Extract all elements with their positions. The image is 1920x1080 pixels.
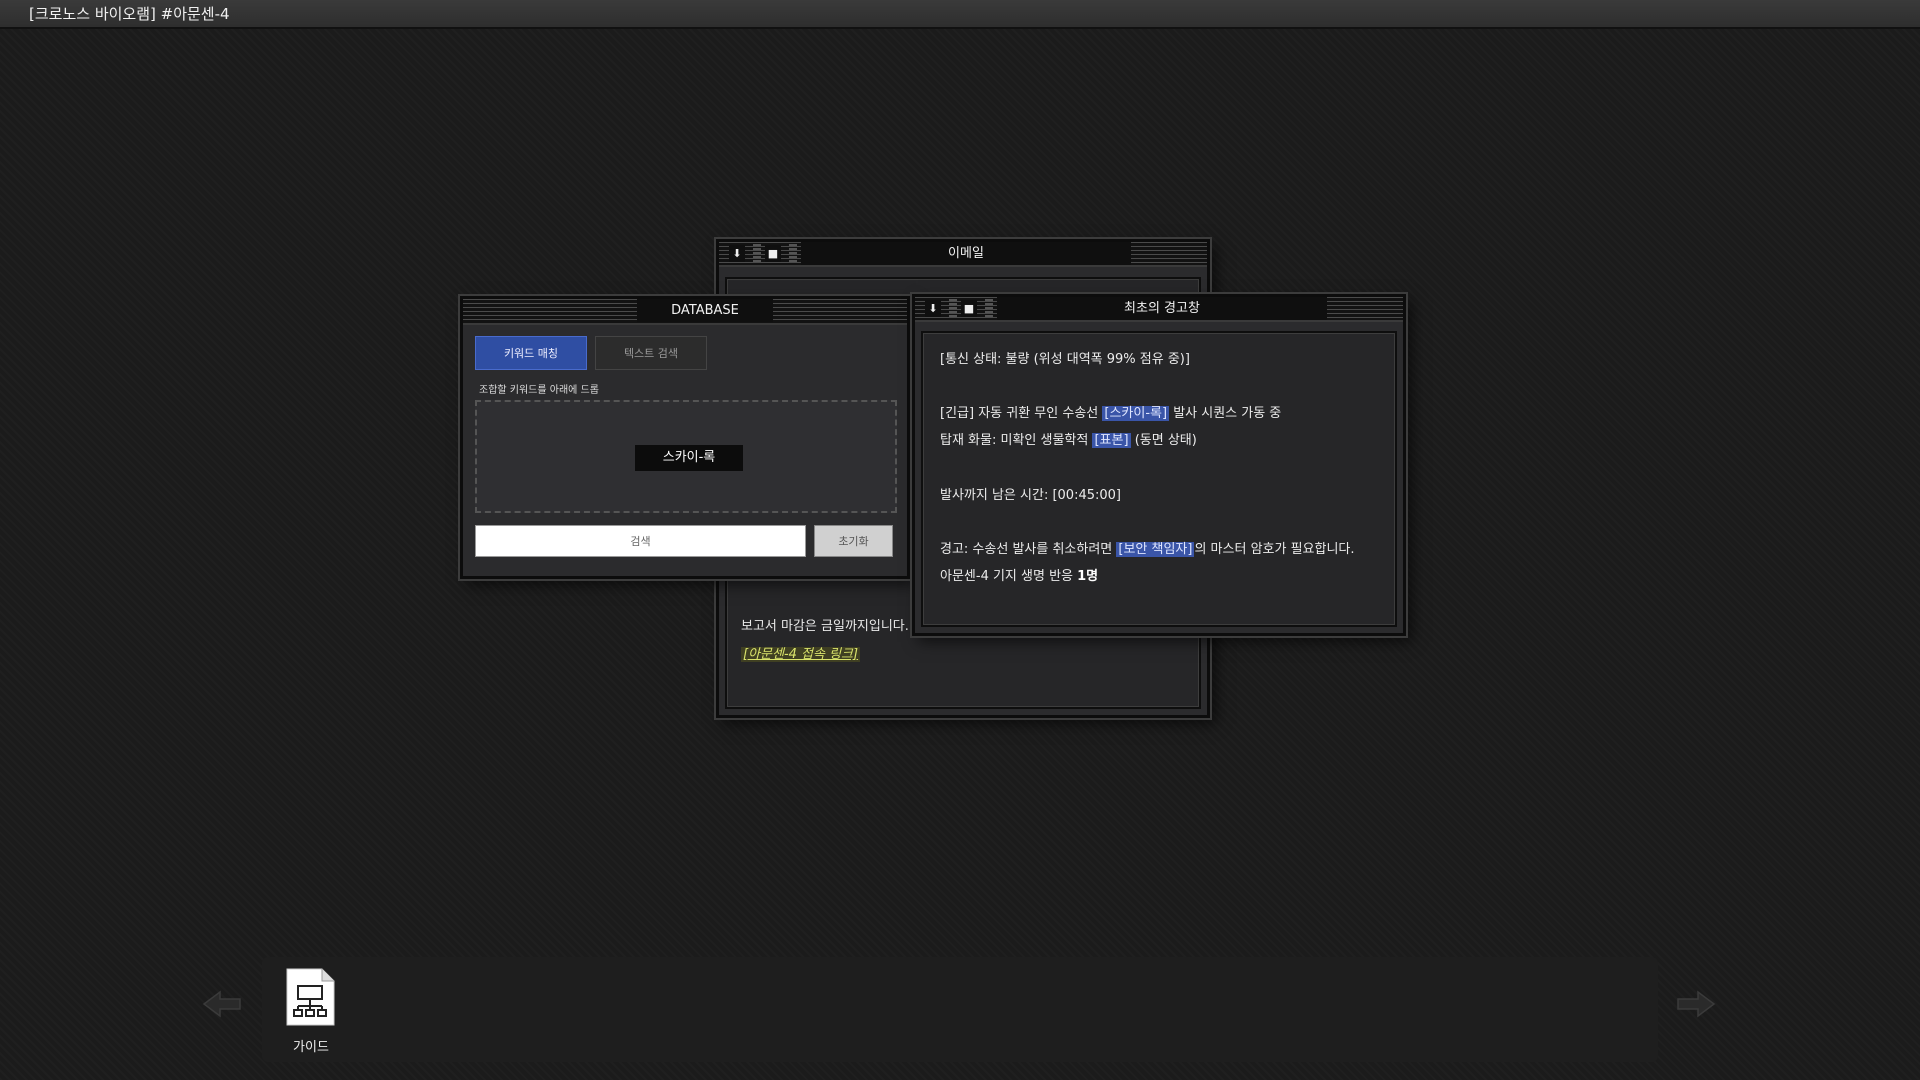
text-segment: 탑재 화물: 미확인 생물학적 — [940, 433, 1093, 448]
email-window-title: 이메일 — [801, 242, 1131, 265]
keyword-chip[interactable]: 스카이-록 — [635, 445, 743, 471]
life-count: 1명 — [1077, 569, 1099, 584]
titlebar-grip — [789, 244, 797, 264]
titlebar-grip — [949, 299, 957, 319]
life-signs-text: 아문센-4 기지 생명 반응 1명 — [940, 565, 1098, 584]
email-titlebar[interactable]: ⬇ ■ 이메일 — [719, 242, 1207, 267]
reset-button[interactable]: 초기화 — [814, 525, 893, 557]
text-segment: 의 마스터 암호가 필요합니다. — [1194, 542, 1355, 557]
warning-titlebar[interactable]: ⬇ ■ 최초의 경고창 — [915, 297, 1403, 322]
text-segment: [긴급] 자동 귀환 무인 수송선 — [940, 406, 1103, 421]
database-window[interactable]: DATABASE 키워드 매칭 텍스트 검색 조합할 키워드를 아래에 드롭 스… — [460, 296, 910, 579]
launch-sequence-text: [긴급] 자동 귀환 무인 수송선 [스카이-록] 발사 시퀀스 가동 중 — [940, 402, 1281, 421]
text-segment: 발사 시퀀스 가동 중 — [1169, 406, 1282, 421]
titlebar-grip — [753, 244, 761, 264]
minimize-icon[interactable]: ⬇ — [925, 300, 941, 317]
search-button[interactable]: 검색 — [475, 525, 806, 557]
text-segment: (동면 상태) — [1130, 433, 1197, 448]
countdown-text: 발사까지 남은 시간: [00:45:00] — [940, 488, 1121, 503]
titlebar-grip — [985, 299, 993, 319]
warning-window[interactable]: ⬇ ■ 최초의 경고창 [통신 상태: 불량 (위성 대역폭 99% 점유 중)… — [912, 294, 1406, 636]
text-segment: 경고: 수송선 발사를 취소하려면 — [940, 542, 1117, 557]
cargo-text: 탑재 화물: 미확인 생물학적 [표본] (동면 상태) — [940, 429, 1197, 448]
warning-body: [통신 상태: 불량 (위성 대역폭 99% 점유 중)] [긴급] 자동 귀환… — [921, 331, 1397, 627]
maximize-icon[interactable]: ■ — [765, 245, 781, 262]
text-segment: 아문센-4 기지 생명 반응 — [940, 569, 1078, 584]
comm-status-text: [통신 상태: 불량 (위성 대역폭 99% 점유 중)] — [940, 352, 1190, 367]
dropzone-hint: 조합할 키워드를 아래에 드롭 — [479, 385, 599, 396]
database-titlebar[interactable]: DATABASE — [463, 299, 907, 325]
keyword-dropzone[interactable]: 스카이-록 — [475, 400, 897, 513]
email-deadline-text: 보고서 마감은 금일까지입니다. 2 — [741, 619, 922, 634]
email-access-link[interactable]: [아문센-4 접속 링크] — [741, 647, 861, 662]
warning-window-title: 최초의 경고창 — [997, 297, 1327, 320]
arrow-left-icon[interactable] — [202, 989, 242, 1019]
minimize-icon[interactable]: ⬇ — [729, 245, 745, 262]
tab-keyword-matching[interactable]: 키워드 매칭 — [475, 336, 587, 370]
tab-text-search[interactable]: 텍스트 검색 — [595, 336, 707, 370]
maximize-icon[interactable]: ■ — [961, 300, 977, 317]
arrow-right-icon[interactable] — [1676, 989, 1716, 1019]
cancel-warning-text: 경고: 수송선 발사를 취소하려면 [보안 책임자] 의 마스터 암호가 필요합니… — [940, 538, 1355, 557]
bottom-dock — [262, 957, 1658, 1062]
keyword-specimen[interactable]: [표본] — [1092, 433, 1131, 448]
keyword-security-officer[interactable]: [보안 책임자] — [1116, 542, 1195, 557]
keyword-skylock[interactable]: [스카이-록] — [1102, 406, 1170, 421]
app-title: [크로노스 바이오램] #아문센-4 — [29, 5, 230, 23]
app-title-bar: [크로노스 바이오램] #아문센-4 — [0, 0, 1920, 29]
guide-label[interactable]: 가이드 — [280, 1036, 342, 1055]
guide-file-icon[interactable] — [286, 968, 335, 1026]
database-window-title: DATABASE — [637, 299, 773, 322]
